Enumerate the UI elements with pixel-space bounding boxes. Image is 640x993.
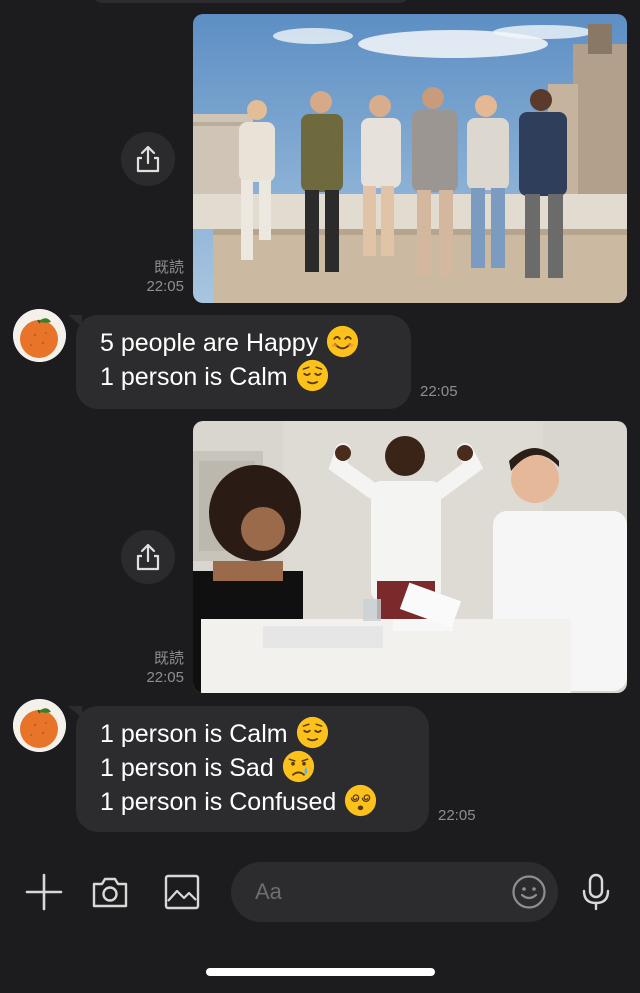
photo-message[interactable] <box>193 421 627 693</box>
relieved-face-icon <box>296 716 328 748</box>
share-button[interactable] <box>121 530 175 584</box>
message-line: 1 person is Sad <box>100 750 405 786</box>
message-line-text: 1 person is Calm <box>100 362 288 391</box>
photo-message[interactable] <box>193 14 627 303</box>
share-button[interactable] <box>121 132 175 186</box>
composer-bar <box>0 848 640 993</box>
message-line: 1 person is Calm <box>100 716 405 752</box>
camera-icon <box>92 877 128 908</box>
smiling-face-icon <box>327 325 359 357</box>
message-line: 1 person is Calm <box>100 359 387 395</box>
previous-message-bubble <box>90 0 412 3</box>
image-icon <box>164 874 200 910</box>
message-line-text: 1 person is Confused <box>100 787 337 816</box>
message-line: 5 people are Happy <box>100 325 387 361</box>
message-line: 1 person is Confused <box>100 784 405 820</box>
share-icon <box>136 145 160 173</box>
message-time: 22:05 <box>146 669 184 686</box>
office-meeting-photo <box>193 421 627 693</box>
orange-avatar-icon <box>13 699 66 752</box>
message-line-text: 5 people are Happy <box>100 329 319 357</box>
voice-button[interactable] <box>572 868 620 916</box>
message-input-wrapper <box>231 862 558 922</box>
message-line-text: 1 person is Calm <box>100 720 288 748</box>
home-indicator[interactable] <box>206 968 435 976</box>
read-receipt: 既読 <box>153 650 184 667</box>
text-message-bubble[interactable]: 1 person is Calm 1 person is Sad 1 perso… <box>68 706 429 832</box>
text-message-bubble[interactable]: 5 people are Happy 1 person is Calm <box>68 315 411 409</box>
message-meta: 既読 22:05 <box>120 649 184 687</box>
plus-icon <box>25 873 63 911</box>
message-input[interactable] <box>255 876 495 908</box>
smiley-icon <box>512 875 546 909</box>
message-line-text: 1 person is Sad <box>100 753 274 782</box>
share-icon <box>136 543 160 571</box>
dizzy-face-icon <box>345 784 377 816</box>
avatar[interactable] <box>13 699 66 752</box>
message-time: 22:05 <box>420 383 458 400</box>
add-button[interactable] <box>20 868 68 916</box>
crying-face-icon <box>282 750 314 782</box>
orange-avatar-icon <box>13 309 66 362</box>
emoji-button[interactable] <box>507 870 551 914</box>
relieved-face-icon <box>296 359 328 391</box>
microphone-icon <box>582 873 610 911</box>
image-button[interactable] <box>158 868 206 916</box>
message-meta: 既読 22:05 <box>120 258 184 296</box>
rooftop-group-photo <box>193 14 627 303</box>
read-receipt: 既読 <box>153 259 184 276</box>
camera-button[interactable] <box>86 868 134 916</box>
chat-area[interactable]: 既読 22:05 5 people are Happy 1 person is … <box>0 0 640 848</box>
message-time: 22:05 <box>438 807 476 824</box>
message-time: 22:05 <box>146 278 184 295</box>
avatar[interactable] <box>13 309 66 362</box>
